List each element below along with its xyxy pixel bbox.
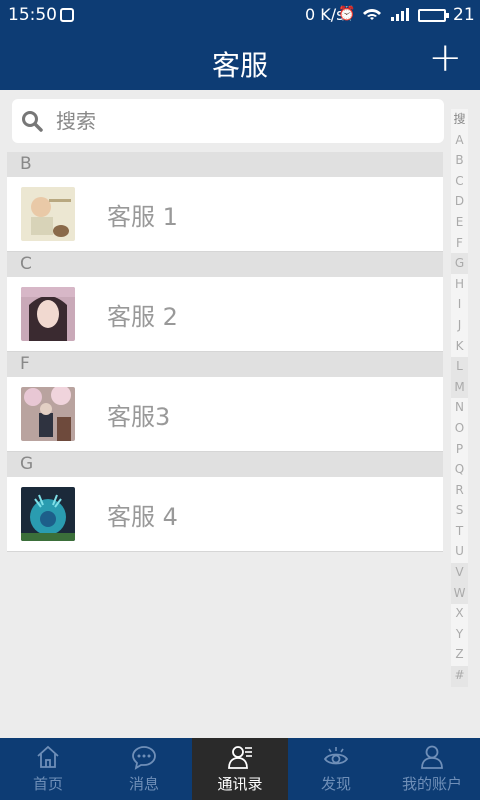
avatar	[21, 287, 75, 341]
index-letter[interactable]: G	[451, 253, 468, 274]
contact-list: B 客服 1 C 客服 2 F 客服3 G 客服 4	[7, 152, 443, 552]
index-letter[interactable]: U	[451, 541, 468, 562]
index-letter[interactable]: E	[451, 212, 468, 233]
index-letter[interactable]: S	[451, 500, 468, 521]
index-letter[interactable]: R	[451, 480, 468, 501]
chat-icon	[131, 744, 157, 770]
contact-name: 客服 1	[107, 203, 178, 231]
index-letter[interactable]: A	[451, 130, 468, 151]
tab-my-account[interactable]: 我的账户	[384, 738, 480, 800]
search-box[interactable]	[12, 99, 444, 143]
index-letter[interactable]: 搜	[451, 109, 468, 130]
tab-label: 首页	[32, 775, 63, 793]
index-letter[interactable]: D	[451, 191, 468, 212]
index-letter[interactable]: P	[451, 439, 468, 460]
search-icon	[20, 109, 44, 133]
section-header: B	[7, 152, 443, 177]
tab-home[interactable]: 首页	[0, 738, 96, 800]
index-letter[interactable]: B	[451, 150, 468, 171]
index-letter[interactable]: J	[451, 315, 468, 336]
section-header: F	[7, 352, 443, 377]
tab-label: 通讯录	[217, 775, 263, 793]
section-f: F 客服3	[7, 352, 443, 452]
index-letter[interactable]: T	[451, 521, 468, 542]
alphabet-index[interactable]: 搜 A B C D E F G H I J K L M N O P Q R S …	[451, 109, 468, 687]
eye-icon	[323, 744, 349, 770]
page-title: 客服	[211, 49, 268, 82]
person-icon	[419, 744, 445, 770]
tab-messages[interactable]: 消息	[96, 738, 192, 800]
section-b: B 客服 1	[7, 152, 443, 252]
index-letter[interactable]: W	[451, 583, 468, 604]
battery-icon	[418, 9, 449, 22]
tab-label: 发现	[320, 775, 351, 793]
index-letter[interactable]: H	[451, 274, 468, 295]
home-icon	[35, 744, 61, 770]
index-letter[interactable]: V	[451, 562, 468, 583]
contact-row[interactable]: 客服3	[7, 377, 443, 452]
index-letter[interactable]: N	[451, 397, 468, 418]
signal-icon	[390, 6, 412, 26]
contact-name: 客服 4	[107, 503, 178, 531]
battery-level: 21	[453, 5, 475, 25]
status-time: 15:50	[8, 5, 57, 25]
index-letter[interactable]: X	[451, 603, 468, 624]
contact-name: 客服3	[107, 403, 171, 431]
status-bar: 15:50 0 K/s ⏰ 21	[0, 0, 480, 30]
header: 客服 +	[0, 30, 480, 90]
section-header: G	[7, 452, 443, 477]
contact-row[interactable]: 客服 1	[7, 177, 443, 252]
contact-row[interactable]: 客服 2	[7, 277, 443, 352]
index-letter[interactable]: I	[451, 294, 468, 315]
tab-contacts[interactable]: 通讯录	[192, 738, 288, 800]
section-g: G 客服 4	[7, 452, 443, 552]
contact-row[interactable]: 客服 4	[7, 477, 443, 552]
tab-discover[interactable]: 发现	[288, 738, 384, 800]
index-letter[interactable]: F	[451, 233, 468, 254]
avatar	[21, 187, 75, 241]
tab-label: 消息	[128, 775, 159, 793]
tab-label: 我的账户	[401, 775, 462, 793]
index-letter[interactable]: Z	[451, 644, 468, 665]
avatar	[21, 387, 75, 441]
contacts-icon	[227, 744, 253, 770]
wifi-icon	[362, 6, 382, 26]
index-letter[interactable]: C	[451, 171, 468, 192]
avatar	[21, 487, 75, 541]
section-header: C	[7, 252, 443, 277]
index-letter[interactable]: K	[451, 336, 468, 357]
index-letter[interactable]: #	[451, 665, 468, 686]
search-input[interactable]	[56, 105, 426, 137]
index-letter[interactable]: O	[451, 418, 468, 439]
section-c: C 客服 2	[7, 252, 443, 352]
add-button[interactable]: +	[428, 34, 462, 82]
tab-bar: 首页 消息 通讯录 发现 我的账户	[0, 738, 480, 800]
index-letter[interactable]: L	[451, 356, 468, 377]
alarm-icon: ⏰	[338, 6, 356, 22]
index-letter[interactable]: Q	[451, 459, 468, 480]
index-letter[interactable]: Y	[451, 624, 468, 645]
notification-icon	[60, 8, 74, 22]
index-letter[interactable]: M	[451, 377, 468, 398]
contact-name: 客服 2	[107, 303, 178, 331]
